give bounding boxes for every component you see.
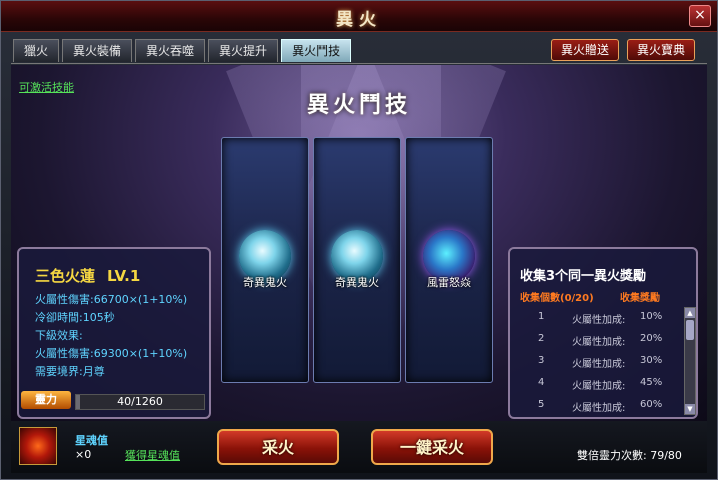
tab-equip[interactable]: 異火裝備 (62, 39, 133, 62)
star-soul-count: ×0 (75, 448, 92, 461)
skill-name: 三色火蓮 LV.1 (35, 265, 140, 286)
skill-damage: 火屬性傷害:66700×(1+10%) (35, 293, 188, 306)
reward-text: 火屬性加成: (572, 403, 626, 414)
window-title: 異火 (336, 10, 382, 30)
double-spirit-count: 雙倍靈力次數: 79/80 (577, 449, 682, 462)
close-icon[interactable]: × (689, 5, 711, 27)
spirit-bar: 40/1260 (75, 394, 205, 410)
reward-text: 火屬性加成: (572, 337, 626, 348)
spirit-value: 40/1260 (117, 395, 163, 408)
fire-slot-label: 風雷怒焱 (427, 276, 471, 289)
fire-slot-label: 奇異鬼火 (335, 276, 379, 289)
scroll-down-icon[interactable]: ▼ (685, 404, 695, 414)
fire-slot-3[interactable]: 風雷怒焱 (405, 137, 493, 383)
collect-fire-button[interactable]: 采火 (217, 429, 339, 465)
fire-slot-2[interactable]: 奇異鬼火 (313, 137, 401, 383)
collect-count-header: 收集個數(0/20) (520, 293, 594, 304)
scroll-thumb[interactable] (686, 320, 694, 340)
top-buttons: 異火贈送 異火寶典 (550, 39, 695, 61)
reward-row: 4 火屬性加成: 45% (522, 377, 672, 397)
reward-value: 10% (640, 311, 663, 322)
tab-divider (11, 63, 707, 64)
tab-devour[interactable]: 異火吞噬 (135, 39, 206, 62)
tab-upgrade[interactable]: 異火提升 (208, 39, 279, 62)
realm-requirement: 需要境界:月尊 (35, 365, 105, 378)
fire-slot-1[interactable]: 奇異鬼火 (221, 137, 309, 383)
reward-text: 火屬性加成: (572, 381, 626, 392)
star-soul-label: 星魂值 (75, 434, 108, 447)
get-star-soul-link[interactable]: 獲得星魂值 (125, 447, 180, 463)
reward-index: 5 (538, 399, 545, 410)
fire-window: 異火 × 獵火 異火裝備 異火吞噬 異火提升 異火鬥技 異火贈送 異火寶典 可激… (0, 0, 718, 480)
reward-row: 2 火屬性加成: 20% (522, 333, 672, 353)
tab-hunt[interactable]: 獵火 (13, 39, 60, 62)
star-soul-icon (19, 427, 57, 465)
reward-row: 5 火屬性加成: 60% (522, 399, 672, 419)
skill-cooldown: 冷卻時間:105秒 (35, 311, 115, 324)
next-level-damage: 火屬性傷害:69300×(1+10%) (35, 347, 188, 360)
reward-index: 4 (538, 377, 545, 388)
reward-value: 45% (640, 377, 663, 388)
one-click-collect-button[interactable]: 一鍵采火 (371, 429, 493, 465)
reward-value: 30% (640, 355, 663, 366)
skill-title: 三色火蓮 (35, 267, 96, 285)
reward-scrollbar[interactable]: ▲ ▼ (684, 307, 696, 415)
skill-level: LV.1 (107, 267, 141, 285)
reward-row: 3 火屬性加成: 30% (522, 355, 672, 375)
title-bar: 異火 × (1, 1, 717, 32)
codex-button[interactable]: 異火寶典 (626, 39, 695, 61)
reward-row: 1 火屬性加成: 10% (522, 311, 672, 331)
collection-reward-panel: 收集3个同一異火獎勵 收集個數(0/20) 收集獎勵 1 火屬性加成: 10% … (508, 247, 698, 419)
reward-index: 1 (538, 311, 545, 322)
scroll-up-icon[interactable]: ▲ (685, 308, 695, 318)
stage-title: 異火鬥技 (306, 93, 411, 118)
reward-value: 60% (640, 399, 663, 410)
reward-index: 2 (538, 333, 545, 344)
tab-battle-skill[interactable]: 異火鬥技 (281, 39, 352, 62)
gift-button[interactable]: 異火贈送 (550, 39, 619, 61)
reward-value: 20% (640, 333, 663, 344)
spirit-icon: 靈力 (21, 391, 71, 409)
reward-text: 火屬性加成: (572, 359, 626, 370)
collect-reward-header: 收集獎勵 (620, 293, 660, 304)
tab-bar: 獵火 異火裝備 異火吞噬 異火提升 異火鬥技 (13, 39, 352, 63)
reward-title: 收集3个同一異火獎勵 (520, 269, 647, 284)
next-level-label: 下級效果: (35, 329, 83, 342)
fire-slot-label: 奇異鬼火 (243, 276, 287, 289)
reward-index: 3 (538, 355, 545, 366)
reward-text: 火屬性加成: (572, 315, 626, 326)
